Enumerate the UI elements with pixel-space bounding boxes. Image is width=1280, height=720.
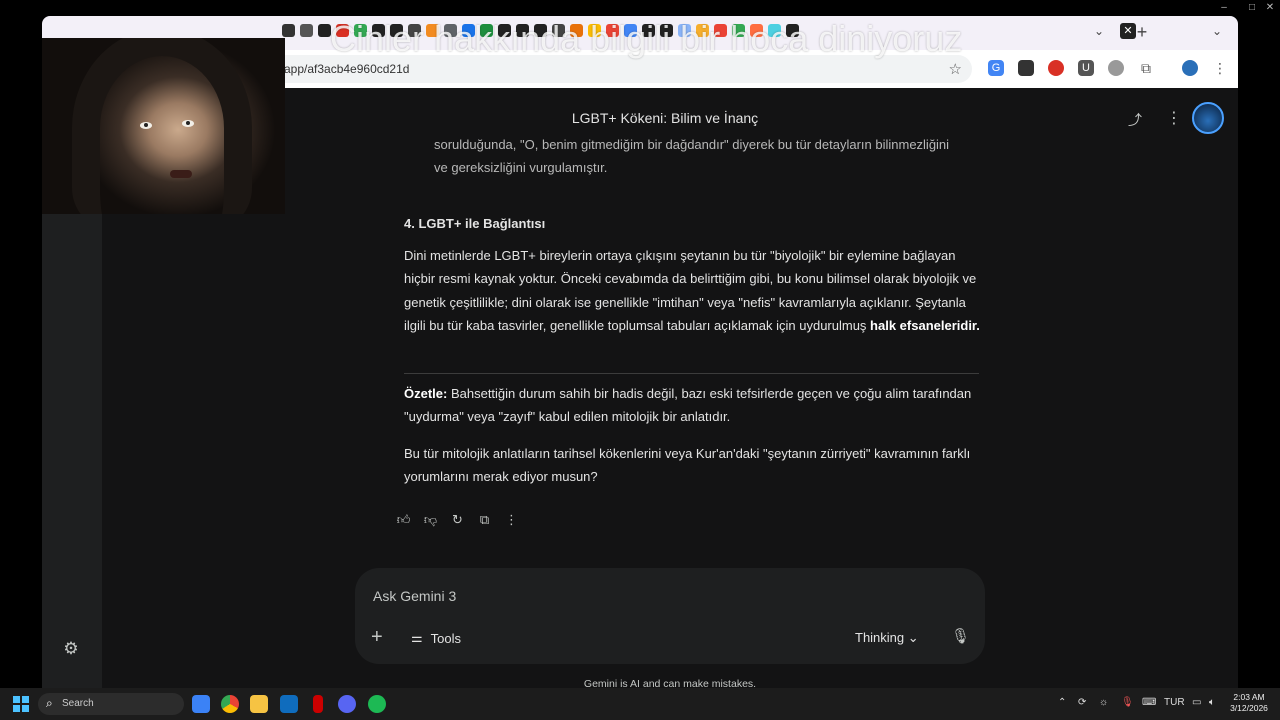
regenerate-icon[interactable]: ↻	[450, 512, 465, 527]
tray-chevron-icon[interactable]: ⌃	[1058, 697, 1066, 708]
task-view-icon[interactable]	[192, 695, 210, 713]
spotify-icon[interactable]	[368, 695, 386, 713]
more-icon[interactable]: ⋮	[504, 512, 519, 527]
thumbs-up-icon[interactable]: 👍︎	[396, 512, 411, 527]
copy-icon[interactable]: ⧉	[477, 512, 492, 527]
settings-icon[interactable]: ⚙	[62, 640, 80, 658]
translate-extension-icon[interactable]: G	[988, 60, 1004, 76]
summary-label: Özetle:	[404, 386, 448, 401]
response-line-partial: sorulduğunda, "O, benim gitmediğim bir d…	[434, 137, 950, 152]
tools-label: Tools	[430, 630, 462, 646]
browser-menu-icon[interactable]: ⋮	[1212, 60, 1228, 76]
clock[interactable]: 2:03 AM 3/12/2026	[1226, 692, 1272, 714]
summary-text: Bahsettiğin durum sahih bir hadis değil,…	[404, 386, 972, 425]
file-explorer-icon[interactable]	[250, 695, 268, 713]
taskbar-search[interactable]: ⌕ Search	[38, 693, 184, 715]
tab-favicon[interactable]	[282, 24, 295, 37]
tab-favicon[interactable]	[300, 24, 313, 37]
more-options-icon[interactable]: ⋮	[1166, 108, 1182, 128]
extension-icon[interactable]	[1108, 60, 1124, 76]
volume-icon[interactable]: 🔈︎	[1209, 697, 1215, 708]
response-line: ve gereksizliğini vurgulamıştır.	[434, 160, 608, 175]
tools-button[interactable]: ⚌ Tools	[411, 630, 461, 646]
profile-icon[interactable]	[1182, 60, 1198, 76]
chevron-down-icon: ⌄	[907, 630, 919, 645]
paragraph-bold: halk efsaneleridir.	[870, 317, 980, 333]
taskbar: ⌕ Search ⌃ ⟳ ☼ 🎙︎ ⌨ TUR ▭ 🔈︎ 2:03 AM 3/1…	[0, 688, 1280, 720]
mail-icon[interactable]	[280, 695, 298, 713]
share-icon[interactable]: ⤴	[1128, 110, 1142, 130]
start-button[interactable]	[13, 696, 29, 712]
mic-muted-icon[interactable]: 🎙︎	[1121, 697, 1134, 708]
divider	[404, 373, 979, 374]
puzzle-extensions-icon[interactable]: ⧉	[1138, 60, 1154, 76]
summary-paragraph: Özetle: Bahsettiğin durum sahih bir hadi…	[404, 382, 984, 429]
discord-icon[interactable]	[338, 695, 356, 713]
netflix-icon[interactable]	[313, 695, 323, 713]
time: 2:03 AM	[1233, 692, 1265, 702]
disclaimer: Gemini is AI and can make mistakes.	[583, 678, 757, 688]
maximize-button[interactable]: □	[1246, 2, 1258, 14]
section-heading: 4. LGBT+ ile Bağlantısı	[404, 216, 546, 231]
response-actions: 👍︎ 👎︎ ↻ ⧉ ⋮	[396, 512, 519, 527]
search-icon: ⌕	[46, 696, 53, 710]
network-icon[interactable]: ▭	[1192, 697, 1201, 708]
bookmark-star-icon[interactable]: ☆	[949, 60, 962, 78]
tab-search-button[interactable]: ⌄	[1094, 24, 1104, 38]
brightness-icon[interactable]: ☼	[1099, 697, 1108, 708]
response-paragraph: Dini metinlerde LGBT+ bireylerin ortaya …	[404, 244, 984, 337]
tab-list-button[interactable]: ⌄	[1212, 24, 1222, 38]
os-titlebar: – □ ✕	[0, 0, 1280, 16]
url-text[interactable]: app/af3acb4e960cd21d	[284, 62, 409, 76]
eye	[140, 122, 152, 129]
followup-question: Bu tür mitolojik anlatıların tarihsel kö…	[404, 446, 971, 485]
keyboard-icon[interactable]: ⌨	[1142, 697, 1156, 708]
extension-icon[interactable]	[1018, 60, 1034, 76]
mode-label: Thinking	[855, 630, 905, 645]
search-placeholder: Search	[62, 698, 94, 709]
hooded-figure-image	[72, 38, 252, 214]
sync-icon[interactable]: ⟳	[1078, 697, 1086, 708]
mode-selector[interactable]: Thinking ⌄	[855, 630, 919, 646]
minimize-button[interactable]: –	[1218, 2, 1230, 14]
video-overlay	[42, 38, 285, 214]
avatar[interactable]	[1192, 102, 1224, 134]
video-caption: Cinler hakkında bilgili bir hoca diniyor…	[330, 18, 963, 59]
prompt-input[interactable]	[373, 588, 933, 604]
language-indicator[interactable]: TUR	[1164, 697, 1185, 708]
close-window-button[interactable]: ✕	[1264, 2, 1276, 14]
mouth	[170, 170, 192, 178]
mic-icon[interactable]: 🎙︎	[951, 627, 970, 645]
plus-icon[interactable]: +	[371, 626, 383, 649]
thumbs-down-icon[interactable]: 👎︎	[423, 512, 438, 527]
opera-extension-icon[interactable]	[1048, 60, 1064, 76]
chrome-icon[interactable]	[221, 695, 239, 713]
u-extension-icon[interactable]: U	[1078, 60, 1094, 76]
prompt-composer: + ⚌ Tools Thinking ⌄ 🎙︎	[355, 568, 985, 664]
new-tab-button[interactable]: +	[1132, 22, 1152, 43]
eye	[182, 120, 194, 127]
tools-icon: ⚌	[411, 630, 423, 645]
date: 3/12/2026	[1230, 703, 1268, 713]
